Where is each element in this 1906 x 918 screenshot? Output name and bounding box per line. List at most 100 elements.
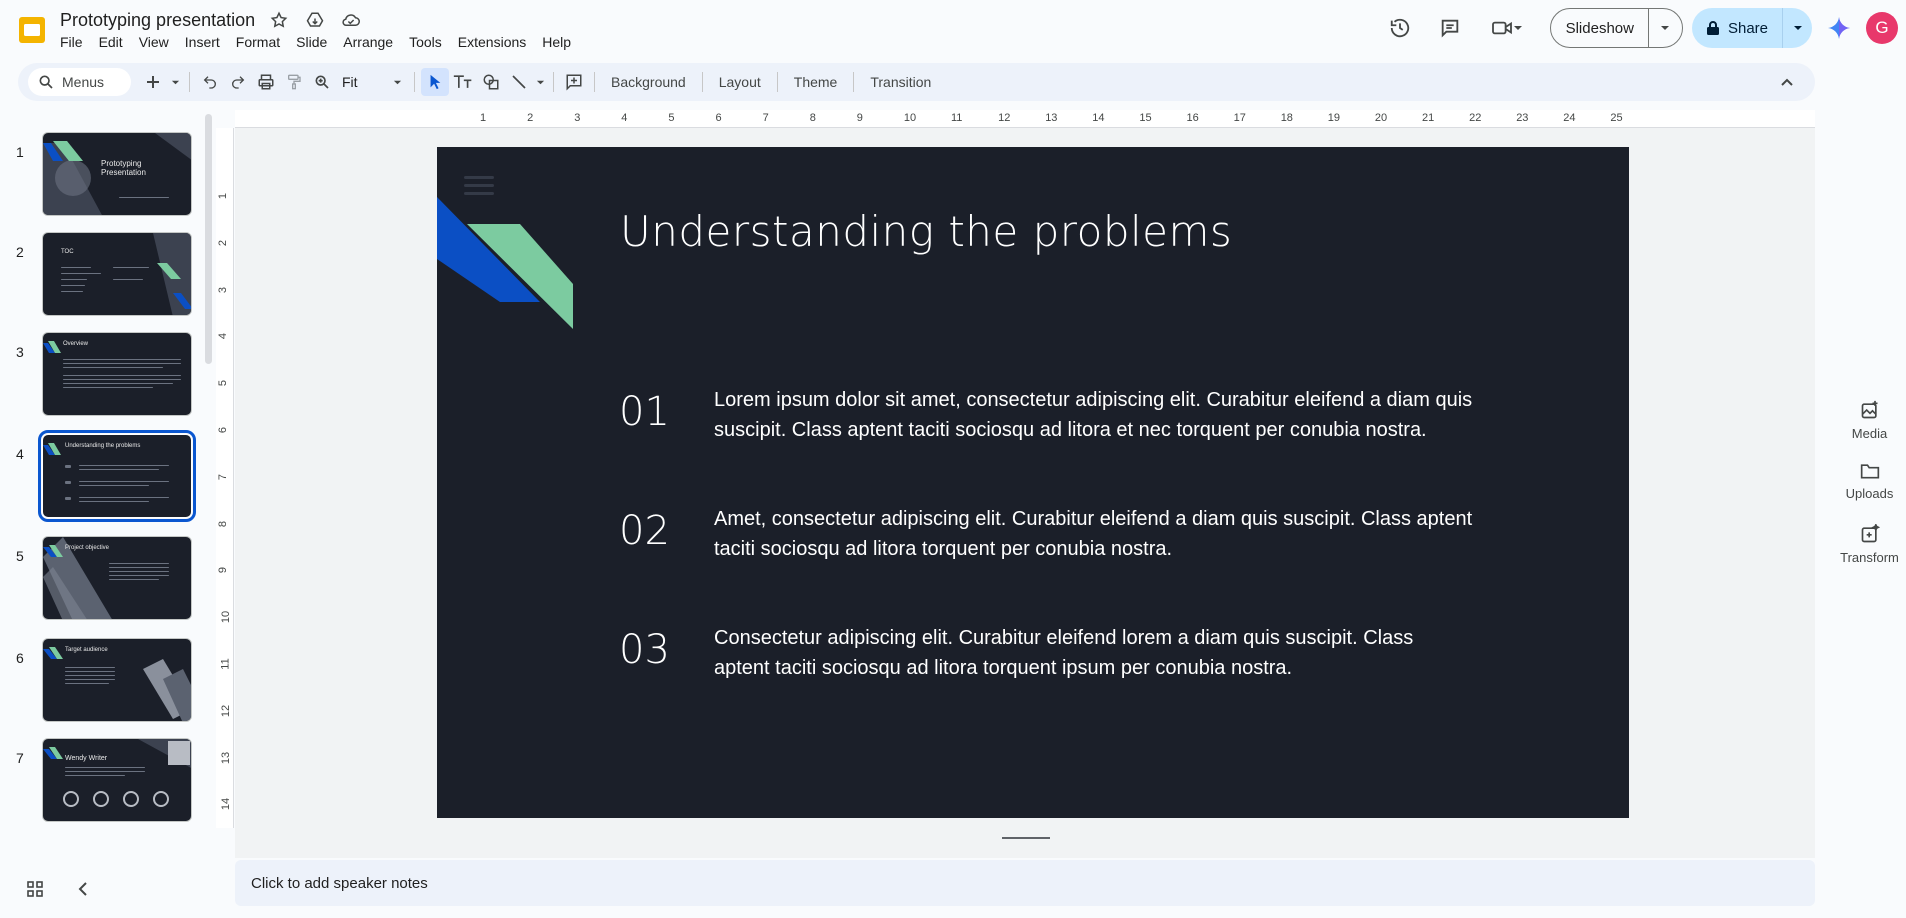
filmstrip-item[interactable]: 4 Understanding the problems xyxy=(0,430,200,522)
item-text[interactable]: Amet, consectetur adipiscing elit. Curab… xyxy=(714,504,1474,564)
line-icon[interactable] xyxy=(505,68,533,96)
gemini-icon[interactable] xyxy=(1824,13,1854,43)
document-title[interactable]: Prototyping presentation xyxy=(60,10,255,31)
zoom-icon[interactable] xyxy=(308,68,336,96)
star-icon[interactable] xyxy=(267,8,291,32)
side-item-label: Transform xyxy=(1840,550,1899,565)
ruler-tick-label: 8 xyxy=(217,520,230,527)
zoom-select[interactable]: Fit xyxy=(336,68,408,96)
transition-button[interactable]: Transition xyxy=(860,74,941,90)
menu-edit[interactable]: Edit xyxy=(91,32,131,52)
filmstrip-item[interactable]: 3 Overview xyxy=(0,330,200,420)
undo-icon[interactable] xyxy=(196,68,224,96)
account-avatar[interactable]: G xyxy=(1866,12,1898,44)
slide-number: 1 xyxy=(16,144,24,160)
item-number[interactable]: 03 xyxy=(619,627,670,673)
ruler-tick-label: 6 xyxy=(217,426,230,434)
theme-button[interactable]: Theme xyxy=(784,74,848,90)
menu-view[interactable]: View xyxy=(131,32,177,52)
thumbnail-title: Target audience xyxy=(65,647,108,653)
ruler-tick-label: 17 xyxy=(1233,112,1246,124)
slideshow-dropdown-icon[interactable] xyxy=(1647,9,1682,47)
slideshow-button[interactable]: Slideshow xyxy=(1551,9,1648,47)
redo-icon[interactable] xyxy=(224,68,252,96)
line-dropdown-icon[interactable] xyxy=(533,68,547,96)
ruler-tick-label: 2 xyxy=(217,239,230,246)
comments-icon[interactable] xyxy=(1430,8,1470,48)
ruler-tick-label: 2 xyxy=(527,112,534,124)
horizontal-ruler[interactable]: 1 2 3 4 5 6 7 8 9 10 11 12 13 14 15 16 17 18 19 20 21 22 23 24 2… xyxy=(235,110,1815,128)
collapse-toolbar-icon[interactable] xyxy=(1773,68,1801,96)
slide-thumbnail-selected[interactable]: Understanding the problems xyxy=(38,430,196,522)
toolbar: Menus Fit Background Layout Theme Transi… xyxy=(18,63,1815,101)
shape-icon[interactable] xyxy=(477,68,505,96)
move-to-drive-icon[interactable] xyxy=(303,8,327,32)
slide-number: 6 xyxy=(16,650,24,666)
menu-slide[interactable]: Slide xyxy=(288,32,335,52)
ruler-tick-label: 10 xyxy=(903,112,917,124)
thumbnail-graphic xyxy=(43,739,191,807)
menu-arrange[interactable]: Arrange xyxy=(335,32,401,52)
filmstrip-item[interactable]: 2 TOC xyxy=(0,230,200,320)
slide-thumbnail[interactable]: Wendy Writer xyxy=(42,738,192,822)
menu-extensions[interactable]: Extensions xyxy=(450,32,534,52)
version-history-icon[interactable] xyxy=(1380,8,1420,48)
filmstrip-item[interactable]: 5 Project objective xyxy=(0,534,200,624)
print-icon[interactable] xyxy=(252,68,280,96)
menu-help[interactable]: Help xyxy=(534,32,579,52)
side-item-uploads[interactable]: Uploads xyxy=(1833,462,1906,524)
filmstrip-item[interactable]: 7 Wendy Writer xyxy=(0,736,200,826)
new-slide-dropdown-icon[interactable] xyxy=(167,68,183,96)
item-number[interactable]: 01 xyxy=(619,389,670,435)
menu-tools[interactable]: Tools xyxy=(401,32,450,52)
ruler-tick-label: 22 xyxy=(1469,112,1482,124)
share-button[interactable]: Share xyxy=(1692,8,1782,48)
item-number[interactable]: 02 xyxy=(619,508,670,554)
search-icon xyxy=(39,75,53,89)
slides-logo-icon[interactable] xyxy=(16,14,48,46)
grid-view-icon[interactable] xyxy=(20,876,50,902)
ruler-tick-label: 12 xyxy=(998,112,1011,124)
slide-thumbnail[interactable]: TOC xyxy=(42,232,192,316)
ruler-tick-label: 11 xyxy=(951,112,963,124)
slide-thumbnail[interactable]: Target audience xyxy=(42,638,192,722)
ruler-tick-label: 25 xyxy=(1610,112,1623,124)
thumbnail-title: Wendy Writer xyxy=(65,755,108,762)
ruler-tick-label: 4 xyxy=(621,112,628,124)
side-item-transform[interactable]: Transform xyxy=(1833,524,1906,586)
filmstrip-item[interactable]: 1 Prototyping Presentation xyxy=(0,130,200,220)
select-pointer-icon[interactable] xyxy=(421,68,449,96)
ruler-tick-label: 6 xyxy=(715,112,722,124)
collapse-filmstrip-icon[interactable] xyxy=(68,876,98,902)
share-dropdown-icon[interactable] xyxy=(1782,8,1812,48)
background-button[interactable]: Background xyxy=(601,74,696,90)
text-box-icon[interactable] xyxy=(449,68,477,96)
vertical-ruler[interactable]: 1 2 3 4 5 6 7 8 9 10 11 12 13 14 xyxy=(216,128,234,828)
slide-canvas[interactable]: Understanding the problems 01 Lorem ipsu… xyxy=(437,147,1629,818)
side-item-media[interactable]: Media xyxy=(1833,400,1906,462)
thumbnail-title: Understanding the problems xyxy=(65,443,141,449)
cloud-saved-icon[interactable] xyxy=(339,8,363,32)
menu-format[interactable]: Format xyxy=(228,32,288,52)
add-comment-icon[interactable] xyxy=(560,68,588,96)
menu-insert[interactable]: Insert xyxy=(177,32,228,52)
ruler-tick-label: 13 xyxy=(1045,112,1058,124)
paint-format-icon[interactable] xyxy=(280,68,308,96)
item-text[interactable]: Consectetur adipiscing elit. Curabitur e… xyxy=(714,623,1474,683)
ruler-tick-label: 15 xyxy=(1139,112,1152,124)
layout-button[interactable]: Layout xyxy=(709,74,771,90)
new-slide-button[interactable] xyxy=(139,68,167,96)
item-text[interactable]: Lorem ipsum dolor sit amet, consectetur … xyxy=(714,385,1474,445)
filmstrip-scrollbar[interactable] xyxy=(205,114,212,364)
slide-number: 3 xyxy=(16,344,24,360)
menu-file[interactable]: File xyxy=(52,32,91,52)
search-menus-button[interactable]: Menus xyxy=(28,68,131,96)
meet-camera-icon[interactable] xyxy=(1480,8,1534,48)
slide-thumbnail[interactable]: Project objective xyxy=(42,536,192,620)
slide-thumbnail[interactable]: Prototyping Presentation xyxy=(42,132,192,216)
slide-thumbnail[interactable]: Overview xyxy=(42,332,192,416)
notes-resize-handle[interactable] xyxy=(1002,837,1050,839)
filmstrip-item[interactable]: 6 Target audience xyxy=(0,636,200,726)
speaker-notes[interactable]: Click to add speaker notes xyxy=(235,860,1815,906)
slide-title[interactable]: Understanding the problems xyxy=(620,207,1232,256)
